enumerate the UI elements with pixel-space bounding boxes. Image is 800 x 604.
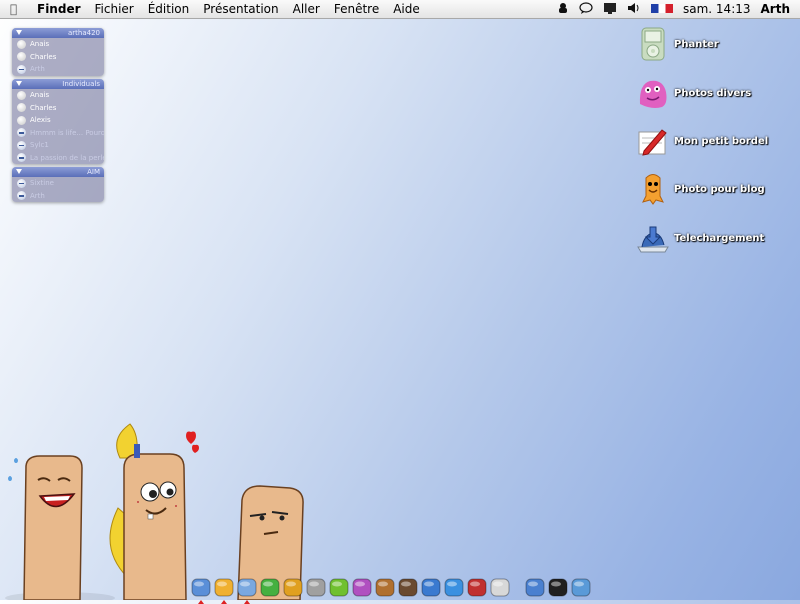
robot-icon[interactable] bbox=[305, 576, 327, 598]
buddy-panel-artha420: artha420 Anais Charles Arth bbox=[12, 28, 104, 76]
running-indicator bbox=[244, 600, 250, 604]
online-status-icon bbox=[17, 39, 26, 49]
buddy-row[interactable]: Arth bbox=[12, 63, 104, 76]
ichat-status-icon[interactable] bbox=[574, 1, 598, 17]
buddy-row[interactable]: La passion de la perle bbox=[12, 152, 104, 165]
buddy-panel-title: artha420 bbox=[68, 29, 100, 37]
dock bbox=[190, 568, 593, 604]
buddy-name: Arth bbox=[30, 65, 45, 74]
safari-icon[interactable] bbox=[236, 576, 258, 604]
away-status-icon bbox=[17, 140, 26, 150]
chat-icon[interactable] bbox=[282, 576, 304, 598]
buddy-panel-title: AIM bbox=[87, 168, 100, 176]
pink-monster-icon bbox=[639, 80, 667, 108]
desktop-icon-telechargement[interactable]: Telechargement bbox=[636, 221, 764, 255]
desktop-icon-label: Photo pour blog bbox=[674, 183, 765, 195]
buddy-row[interactable]: Sixtine bbox=[12, 177, 104, 190]
desktop-icon-photo-pour-blog[interactable]: Photo pour blog bbox=[636, 172, 765, 206]
running-indicator bbox=[221, 600, 227, 604]
desktop-icon-mon-petit-bordel[interactable]: Mon petit bordel bbox=[636, 124, 768, 158]
buddy-row[interactable]: Charles bbox=[12, 51, 104, 64]
orange-monster-icon bbox=[642, 174, 664, 205]
away-status-icon bbox=[17, 191, 26, 201]
buddy-panel-individuals: Individuals Anais Charles Alexis Hmmm is… bbox=[12, 79, 104, 164]
buddy-name: Hmmm is life... Pourq... bbox=[30, 128, 104, 137]
online-status-icon bbox=[17, 52, 26, 62]
address-book-icon[interactable] bbox=[259, 576, 281, 598]
finder-icon[interactable] bbox=[190, 576, 212, 604]
disclosure-triangle-icon[interactable] bbox=[16, 81, 22, 86]
download-icon bbox=[637, 226, 669, 253]
buddy-name: Alexis bbox=[30, 116, 51, 125]
frog-icon[interactable] bbox=[328, 576, 350, 598]
display-icon[interactable] bbox=[489, 576, 511, 598]
terminal-icon[interactable] bbox=[547, 576, 569, 598]
buddy-panel-header[interactable]: AIM bbox=[12, 167, 104, 177]
menu-fenetre[interactable]: Fenêtre bbox=[327, 2, 386, 16]
trash-icon[interactable] bbox=[570, 576, 592, 598]
fish-icon[interactable] bbox=[420, 576, 442, 598]
photo-icon[interactable] bbox=[397, 576, 419, 598]
buddy-row[interactable]: Anais bbox=[12, 89, 104, 102]
buddy-panel-header[interactable]: artha420 bbox=[12, 28, 104, 38]
menu-user[interactable]: Arth bbox=[756, 2, 800, 16]
buddy-panel-aim: AIM Sixtine Arth bbox=[12, 167, 104, 202]
buddy-name: Sylc1 bbox=[30, 141, 49, 150]
pencil-icon bbox=[638, 129, 667, 156]
bug-icon[interactable] bbox=[466, 576, 488, 598]
quicktime-icon[interactable] bbox=[443, 576, 465, 598]
desktop-icon-label: Telechargement bbox=[674, 232, 765, 244]
disclosure-triangle-icon[interactable] bbox=[16, 169, 22, 174]
buddy-row[interactable]: Hmmm is life... Pourq... bbox=[12, 127, 104, 140]
menu-edition[interactable]: Édition bbox=[141, 2, 197, 16]
buddy-row[interactable]: Anais bbox=[12, 38, 104, 51]
buddy-panel-header[interactable]: Individuals bbox=[12, 79, 104, 89]
desktop-icon-label: Photos divers bbox=[674, 87, 752, 99]
desktop-icon-label: Mon petit bordel bbox=[674, 135, 769, 147]
menu-app-finder[interactable]: Finder bbox=[30, 2, 88, 16]
buddy-name: Charles bbox=[30, 103, 57, 112]
menu-aller[interactable]: Aller bbox=[286, 2, 327, 16]
input-menu-flag-icon[interactable] bbox=[646, 2, 678, 16]
buddy-panel-title: Individuals bbox=[62, 80, 100, 88]
menu-clock[interactable]: sam. 14:13 bbox=[678, 2, 756, 16]
menu-extras: sam. 14:13 Arth bbox=[552, 1, 800, 17]
desktop-icon-label: Phanter bbox=[674, 38, 719, 50]
spy-icon[interactable] bbox=[552, 2, 574, 17]
network-icon[interactable] bbox=[524, 576, 546, 598]
online-status-icon bbox=[17, 103, 26, 113]
desktop-icon-photos-divers[interactable]: Photos divers bbox=[636, 76, 751, 110]
away-status-icon bbox=[17, 64, 26, 74]
menu-presentation[interactable]: Présentation bbox=[196, 2, 285, 16]
running-indicator bbox=[198, 600, 204, 604]
buddy-name: Anais bbox=[30, 40, 50, 49]
buddy-row[interactable]: Alexis bbox=[12, 114, 104, 127]
desktop-icon-phanter[interactable]: Phanter bbox=[636, 27, 719, 61]
online-status-icon bbox=[17, 90, 26, 100]
away-status-icon bbox=[17, 178, 26, 188]
away-status-icon bbox=[17, 153, 26, 163]
mail-icon[interactable] bbox=[213, 576, 235, 604]
menu-fichier[interactable]: Fichier bbox=[88, 2, 141, 16]
buddy-row[interactable]: Charles bbox=[12, 102, 104, 115]
online-status-icon bbox=[17, 115, 26, 125]
buddy-row[interactable]: Sylc1 bbox=[12, 139, 104, 152]
buddy-name: Charles bbox=[30, 52, 57, 61]
buddy-name: Anais bbox=[30, 91, 50, 100]
guitar-icon[interactable] bbox=[374, 576, 396, 598]
menu-aide[interactable]: Aide bbox=[386, 2, 427, 16]
away-status-icon bbox=[17, 128, 26, 138]
apple-menu-icon[interactable]:  bbox=[10, 2, 30, 16]
purple-creature-icon[interactable] bbox=[351, 576, 373, 598]
buddy-row[interactable]: Arth bbox=[12, 190, 104, 203]
menu-bar:  Finder Fichier Édition Présentation Al… bbox=[0, 0, 800, 19]
volume-icon[interactable] bbox=[622, 2, 646, 17]
display-menu-icon[interactable] bbox=[598, 2, 622, 17]
ipod-icon bbox=[641, 27, 665, 61]
buddy-name: Sixtine bbox=[30, 179, 54, 188]
buddy-name: La passion de la perle bbox=[30, 153, 104, 162]
buddy-name: Arth bbox=[30, 191, 45, 200]
disclosure-triangle-icon[interactable] bbox=[16, 30, 22, 35]
